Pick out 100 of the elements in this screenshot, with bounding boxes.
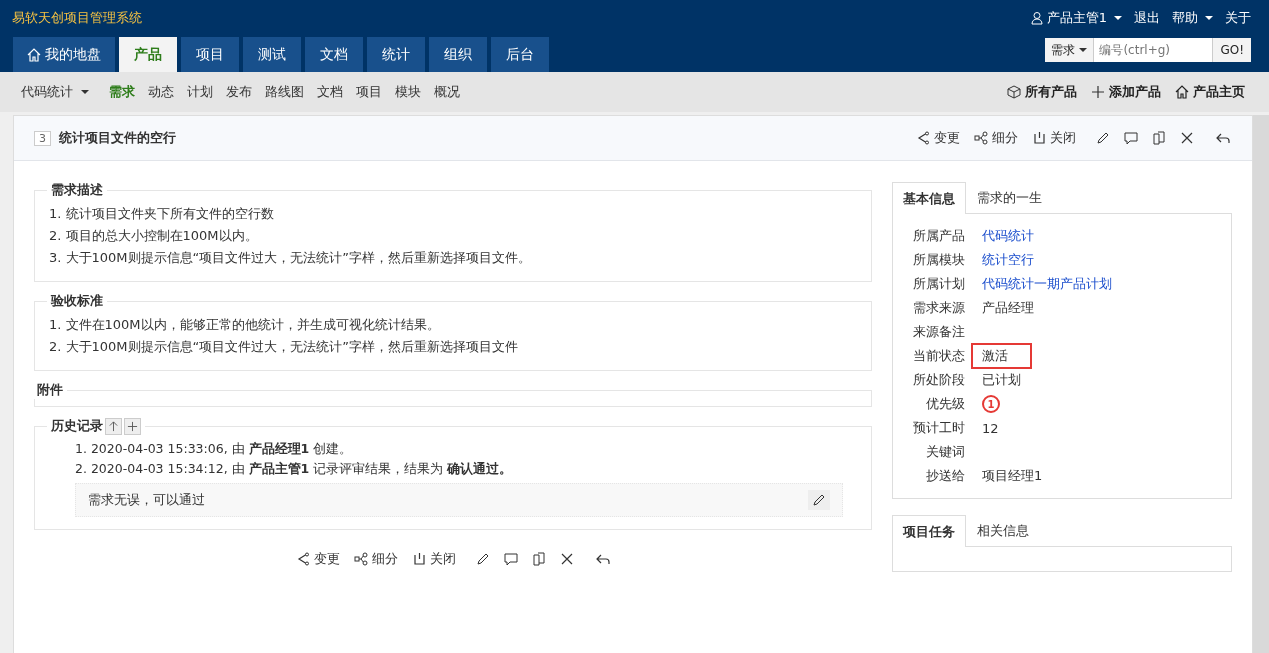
field-link[interactable]: 代码统计一期产品计划 — [971, 272, 1120, 296]
plus-icon — [1091, 85, 1105, 99]
search-field[interactable]: 编号(ctrl+g) — [1094, 38, 1213, 62]
field-link[interactable]: 代码统计 — [971, 224, 1042, 248]
action-button[interactable]: 关闭 — [412, 550, 456, 568]
subnav-item[interactable]: 概况 — [434, 83, 460, 101]
field-label: 抄送给 — [925, 467, 965, 485]
search-type-dropdown[interactable]: 需求 — [1045, 38, 1095, 62]
action-button[interactable]: 细分 — [354, 550, 398, 568]
field-label: 所属模块 — [912, 251, 965, 269]
back-arrow-icon — [596, 552, 610, 566]
comment-icon — [1124, 131, 1138, 145]
info-tab[interactable]: 需求的一生 — [966, 181, 1053, 213]
nodes-icon — [974, 131, 988, 145]
subnav-item[interactable]: 发布 — [226, 83, 252, 101]
history-entry: 1. 2020-04-03 15:33:06, 由 产品经理1 创建。 — [74, 440, 354, 458]
subnav-item[interactable]: 计划 — [187, 83, 213, 101]
back-button[interactable] — [1216, 131, 1230, 145]
product-link[interactable]: 所有产品 — [1007, 83, 1077, 101]
copy-button[interactable] — [1152, 131, 1166, 145]
comment-button[interactable] — [504, 552, 518, 566]
info-tab[interactable]: 基本信息 — [892, 182, 966, 214]
subnav-item[interactable]: 文档 — [317, 83, 343, 101]
user-icon — [1029, 11, 1044, 25]
power-icon — [1032, 131, 1046, 145]
scrollbar[interactable] — [1253, 115, 1269, 653]
edit-comment-button[interactable] — [808, 490, 830, 510]
share-icon — [916, 131, 930, 145]
subnav-item[interactable]: 路线图 — [265, 83, 304, 101]
field-link[interactable]: 统计空行 — [971, 248, 1042, 272]
field-label: 需求来源 — [912, 299, 965, 317]
product-dropdown[interactable]: 代码统计 — [21, 83, 89, 101]
delete-button[interactable] — [1180, 131, 1194, 145]
user-menu[interactable]: 产品主管1 — [1029, 9, 1122, 27]
plus-icon — [127, 420, 138, 432]
about-link[interactable]: 关于 — [1225, 9, 1251, 27]
field-label: 所处阶段 — [912, 371, 965, 389]
comment-button[interactable] — [1124, 131, 1138, 145]
field-label: 所属计划 — [912, 275, 965, 293]
nav-tab[interactable]: 后台 — [491, 37, 549, 72]
subnav-item[interactable]: 模块 — [395, 83, 421, 101]
description-line: 2. 项目的总大小控制在100M以内。 — [49, 227, 259, 245]
nav-tab[interactable]: 产品 — [119, 37, 177, 72]
field-label: 关键词 — [925, 443, 965, 461]
nav-tab[interactable]: 文档 — [305, 37, 363, 72]
subnav-item[interactable]: 动态 — [148, 83, 174, 101]
field-value: 产品经理 — [981, 299, 1035, 317]
go-button[interactable]: GO! — [1212, 38, 1251, 62]
field-value: 已计划 — [981, 371, 1022, 389]
comment-text: 需求无误，可以通过 — [88, 491, 205, 509]
field-label: 预计工时 — [912, 419, 965, 437]
copy-button[interactable] — [532, 552, 546, 566]
field-label: 优先级 — [925, 395, 965, 413]
field-label: 所属产品 — [912, 227, 965, 245]
logout-link[interactable]: 退出 — [1134, 9, 1160, 27]
back-button[interactable] — [596, 552, 610, 566]
comment-icon — [504, 552, 518, 566]
acceptance-line: 1. 文件在100M以内，能够正常的他统计，并生成可视化统计结果。 — [49, 316, 441, 334]
cube-icon — [1007, 85, 1021, 99]
section-title: 验收标准 — [49, 292, 104, 310]
caret-icon — [1114, 16, 1122, 20]
nav-tab[interactable]: 项目 — [181, 37, 239, 72]
subnav-item[interactable]: 需求 — [109, 83, 135, 101]
nodes-icon — [354, 552, 368, 566]
nav-tab[interactable]: 统计 — [367, 37, 425, 72]
field-value: 项目经理1 — [981, 467, 1044, 485]
edit-button[interactable] — [476, 552, 490, 566]
home-icon — [1175, 85, 1189, 99]
highlighted-field-value: 激活 — [971, 343, 1032, 369]
field-label: 来源备注 — [912, 323, 965, 341]
close-icon — [1180, 131, 1194, 145]
section-title: 需求描述 — [50, 181, 104, 199]
back-arrow-icon — [1216, 131, 1230, 145]
acceptance-line: 2. 大于100M则提示信息“项目文件过大，无法统计”字样，然后重新选择项目文件 — [49, 338, 520, 356]
edit-button[interactable] — [1096, 131, 1110, 145]
subnav-item[interactable]: 项目 — [356, 83, 382, 101]
story-id: 3 — [34, 130, 51, 146]
close-icon — [560, 552, 574, 566]
pencil-icon — [476, 552, 490, 566]
app-title: 易软天创项目管理系统 — [12, 9, 142, 27]
action-button[interactable]: 细分 — [974, 129, 1018, 147]
nav-tab[interactable]: 测试 — [243, 37, 301, 72]
task-tab[interactable]: 项目任务 — [892, 515, 966, 547]
action-button[interactable]: 关闭 — [1032, 129, 1076, 147]
pencil-icon — [1096, 131, 1110, 145]
priority-field-value: 1 — [971, 392, 1008, 416]
task-tab[interactable]: 相关信息 — [966, 514, 1040, 546]
product-link[interactable]: 添加产品 — [1091, 83, 1161, 101]
nav-tab[interactable]: 组织 — [429, 37, 487, 72]
sort-button[interactable] — [105, 417, 122, 435]
delete-button[interactable] — [560, 552, 574, 566]
expand-button[interactable] — [124, 417, 141, 435]
nav-tab[interactable]: 我的地盘 — [13, 37, 115, 72]
caret-icon — [81, 90, 89, 94]
description-line: 1. 统计项目文件夹下所有文件的空行数 — [49, 205, 275, 223]
help-menu[interactable]: 帮助 — [1172, 9, 1213, 27]
action-button[interactable]: 变更 — [296, 550, 340, 568]
product-link[interactable]: 产品主页 — [1175, 83, 1245, 101]
description-line: 3. 大于100M则提示信息“项目文件过大，无法统计”字样，然后重新选择项目文件。 — [49, 249, 533, 267]
action-button[interactable]: 变更 — [916, 129, 960, 147]
